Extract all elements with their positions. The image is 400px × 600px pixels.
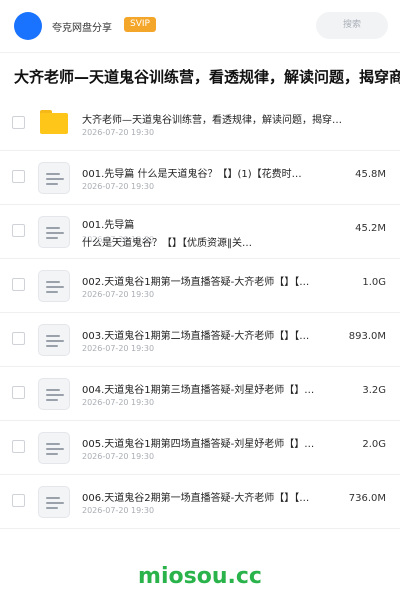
file-size: 1.0G (362, 277, 386, 288)
file-name: 006.天道鬼谷2期第一场直播答疑-大齐老师【】【… (82, 493, 310, 504)
document-icon (38, 216, 70, 248)
document-icon (38, 378, 70, 410)
file-name: 002.天道鬼谷1期第一场直播答疑-大齐老师【】【… (82, 277, 310, 288)
select-checkbox[interactable] (12, 224, 25, 237)
list-item[interactable]: 002.天道鬼谷1期第一场直播答疑-大齐老师【】【… 2026-07-20 19… (0, 259, 400, 313)
select-checkbox[interactable] (12, 278, 25, 291)
document-icon (38, 162, 70, 194)
page-title: 大齐老师—天道鬼谷训练营，看透规律，解读问题，揭穿商 (14, 68, 400, 86)
list-item[interactable]: 005.天道鬼谷1期第四场直播答疑-刘星妤老师【】… 2026-07-20 19… (0, 421, 400, 475)
file-name: 003.天道鬼谷1期第二场直播答疑-大齐老师【】【… (82, 331, 310, 342)
file-name: 005.天道鬼谷1期第四场直播答疑-刘星妤老师【】… (82, 439, 315, 450)
file-date: 2026-07-20 19:30 (82, 182, 155, 191)
file-size: 893.0M (348, 331, 386, 342)
document-icon (38, 324, 70, 356)
app: 夸克网盘分享 SVIP 搜索 大齐老师—天道鬼谷训练营，看透规律，解读问题，揭穿… (0, 0, 400, 600)
list-item[interactable]: 003.天道鬼谷1期第二场直播答疑-大齐老师【】【… 2026-07-20 19… (0, 313, 400, 367)
header: 夸克网盘分享 SVIP 搜索 (0, 0, 400, 52)
search-input[interactable]: 搜索 (316, 12, 388, 39)
document-icon (38, 432, 70, 464)
file-name: 大齐老师—天道鬼谷训练营，看透规律，解读问题，揭穿… (82, 115, 342, 126)
file-name-line2: 什么是天道鬼谷？【】【优质资源‖关… (82, 238, 252, 249)
file-name: 001.先导篇 什么是天道鬼谷？【】(1)【花费时… (82, 169, 302, 180)
select-checkbox[interactable] (12, 494, 25, 507)
user-name: 夸克网盘分享 (52, 23, 112, 34)
file-name: 001.先导篇 (82, 220, 135, 231)
select-checkbox[interactable] (12, 386, 25, 399)
file-size: 45.2M (355, 223, 386, 234)
document-icon (38, 486, 70, 518)
folder-icon (40, 110, 68, 134)
divider (0, 52, 400, 53)
file-date: 2026-07-20 19:30 (82, 506, 155, 515)
file-list: 大齐老师—天道鬼谷训练营，看透规律，解读问题，揭穿… 2026-07-20 19… (0, 97, 400, 529)
file-size: 45.8M (355, 169, 386, 180)
list-item[interactable]: 004.天道鬼谷1期第三场直播答疑-刘星妤老师【】… 2026-07-20 19… (0, 367, 400, 421)
avatar[interactable] (14, 12, 42, 40)
select-checkbox[interactable] (12, 170, 25, 183)
file-name: 004.天道鬼谷1期第三场直播答疑-刘星妤老师【】… (82, 385, 315, 396)
select-checkbox[interactable] (12, 116, 25, 129)
file-date: 2026-07-20 19:30 (82, 290, 155, 299)
file-size: 3.2G (362, 385, 386, 396)
file-date: 2026-07-20 19:30 (82, 398, 155, 407)
list-item[interactable]: 006.天道鬼谷2期第一场直播答疑-大齐老师【】【… 2026-07-20 19… (0, 475, 400, 529)
select-checkbox[interactable] (12, 440, 25, 453)
document-icon (38, 270, 70, 302)
file-size: 2.0G (362, 439, 386, 450)
select-checkbox[interactable] (12, 332, 25, 345)
file-date: 2026-07-20 19:30 (82, 344, 155, 353)
file-date: 2026-07-20 19:30 (82, 452, 155, 461)
watermark: miosou.cc (138, 564, 262, 589)
file-date: 2026-07-20 19:30 (82, 128, 155, 137)
list-item[interactable]: 大齐老师—天道鬼谷训练营，看透规律，解读问题，揭穿… 2026-07-20 19… (0, 97, 400, 151)
file-size: 736.0M (348, 493, 386, 504)
list-item[interactable]: 001.先导篇 什么是天道鬼谷？【】(1)【花费时… 2026-07-20 19… (0, 151, 400, 205)
list-item[interactable]: 001.先导篇 2026-07-20 19:30 什么是天道鬼谷？【】【优质资源… (0, 205, 400, 259)
svip-badge: SVIP (124, 17, 156, 32)
